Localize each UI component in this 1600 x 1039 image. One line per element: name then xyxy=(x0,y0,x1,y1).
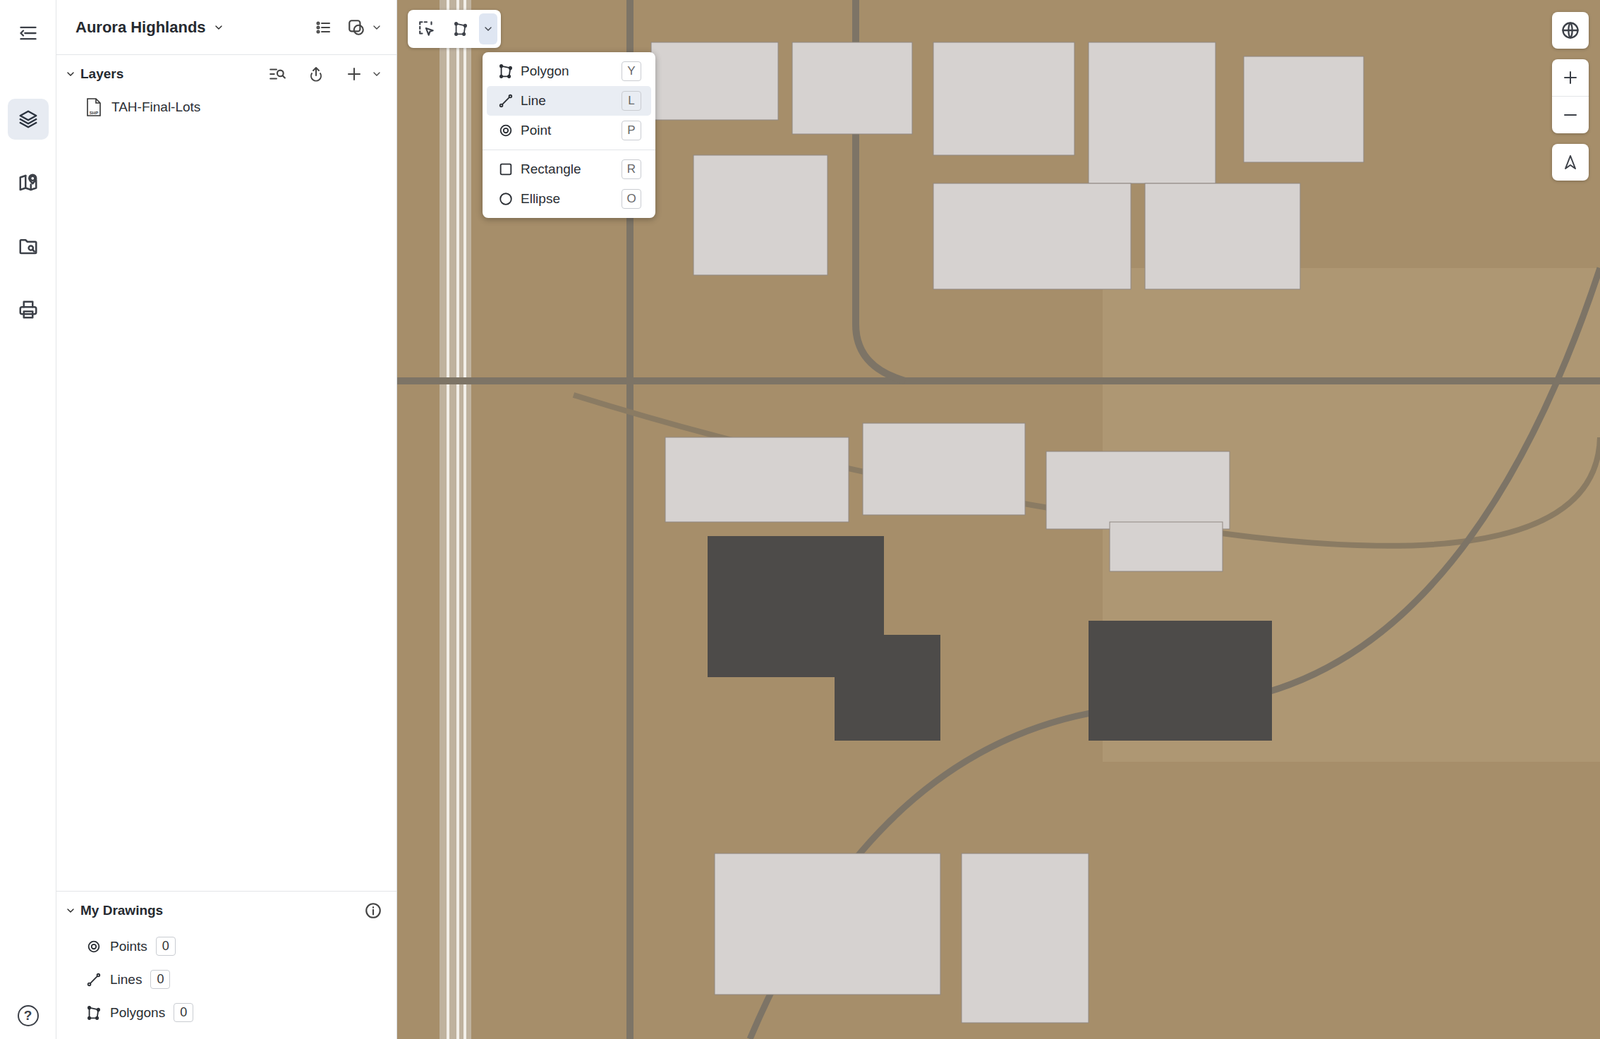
select-area-icon xyxy=(417,19,436,39)
count-badge: 0 xyxy=(150,970,171,990)
layer-tools xyxy=(268,64,383,84)
header-tools xyxy=(314,18,383,37)
shapes-icon xyxy=(347,18,366,37)
plus-icon xyxy=(345,65,363,83)
zoom-controls xyxy=(1552,59,1589,134)
menu-item[interactable]: Line L xyxy=(486,86,652,116)
drawing-category[interactable]: Polygons 0 xyxy=(56,996,397,1030)
export-icon[interactable] xyxy=(307,65,325,83)
point-icon xyxy=(86,938,102,955)
point-icon xyxy=(498,122,514,139)
zoom-divider xyxy=(1552,95,1589,97)
zoom-out-button[interactable] xyxy=(1552,96,1589,134)
line-icon xyxy=(86,972,102,988)
shortcut-key: R xyxy=(621,159,642,180)
layers-icon xyxy=(17,108,39,130)
project-title[interactable]: Aurora Highlands xyxy=(75,18,206,37)
zoom-in-button[interactable] xyxy=(1552,59,1589,96)
minus-icon xyxy=(1561,106,1579,124)
ellipse-icon xyxy=(498,191,514,207)
line-icon xyxy=(498,93,514,109)
rail-item[interactable] xyxy=(7,289,49,331)
menu-item-label: Ellipse xyxy=(520,191,561,207)
printer-icon xyxy=(17,299,39,321)
basemap-button[interactable] xyxy=(347,18,383,37)
plus-icon xyxy=(1561,69,1579,87)
menu-item-label: Rectangle xyxy=(520,161,582,178)
menu-item[interactable]: Point P xyxy=(486,115,652,146)
layers-title: Layers xyxy=(80,66,124,82)
chevron-down-icon xyxy=(482,23,494,35)
layer-name: TAH-Final-Lots xyxy=(111,99,201,115)
north-arrow-icon xyxy=(1561,153,1579,171)
rail-item[interactable] xyxy=(7,162,49,204)
project-header: Aurora Highlands xyxy=(56,0,397,56)
menu-item-label: Line xyxy=(520,93,547,109)
chevron-down-icon xyxy=(371,21,383,34)
side-panel: Aurora Highlands Layers SHP TAH-Final-Lots M… xyxy=(56,0,398,1039)
polygon-icon xyxy=(498,63,514,80)
nav-rail: ? xyxy=(0,0,57,1039)
select-tool-button[interactable] xyxy=(411,13,443,45)
my-drawings: My DrawingsPoints0Lines0Polygons0 xyxy=(56,891,397,1039)
shortcut-key: O xyxy=(621,189,642,209)
basemap-box xyxy=(1552,11,1589,49)
chevron-down-icon[interactable] xyxy=(64,68,77,80)
drawings-title: My Drawings xyxy=(80,902,163,919)
menu-item-label: Polygon xyxy=(520,63,570,80)
layer-item[interactable]: SHP TAH-Final-Lots xyxy=(56,93,397,122)
rectangle-icon xyxy=(498,161,514,178)
rail-item[interactable] xyxy=(7,225,49,267)
menu-item-label: Point xyxy=(520,122,551,139)
info-icon[interactable] xyxy=(364,901,383,920)
shortcut-key: Y xyxy=(621,61,642,82)
drawing-category[interactable]: Lines 0 xyxy=(56,962,397,997)
drawing-tools xyxy=(364,901,383,920)
compass-button[interactable] xyxy=(1552,143,1589,181)
draw-toolbar xyxy=(407,9,501,48)
menu-item[interactable]: Rectangle R xyxy=(486,154,652,185)
globe-icon xyxy=(1560,20,1581,41)
menu-item[interactable]: Polygon Y xyxy=(486,56,652,87)
chevron-down-icon[interactable] xyxy=(64,905,77,917)
search-layers-icon[interactable] xyxy=(268,64,287,84)
panel-spacer xyxy=(56,121,397,892)
add-layer-button[interactable] xyxy=(345,65,383,83)
collapse-menu-icon xyxy=(18,23,39,44)
map-controls xyxy=(1552,11,1589,181)
layers-header: Layers xyxy=(56,55,397,94)
chevron-down-icon xyxy=(371,68,383,80)
shortcut-key: P xyxy=(621,120,642,141)
menu-divider xyxy=(482,149,656,151)
drawings-header: My Drawings xyxy=(56,891,397,930)
chevron-down-icon[interactable] xyxy=(213,21,225,34)
category-label: Lines xyxy=(110,972,142,988)
legend-list-icon[interactable] xyxy=(314,19,332,36)
menu-button[interactable] xyxy=(7,12,49,54)
draw-type-menu: Polygon Y Line L Point P Rectangle R Ellipse O xyxy=(482,52,656,218)
category-label: Points xyxy=(110,938,148,955)
draw-type-dropdown[interactable] xyxy=(479,13,498,45)
count-badge: 0 xyxy=(173,1003,194,1023)
basemap-toggle[interactable] xyxy=(1552,11,1589,49)
rail-item[interactable] xyxy=(7,98,49,140)
help-button[interactable]: ? xyxy=(17,1005,39,1027)
compass-box xyxy=(1552,143,1589,181)
menu-item[interactable]: Ellipse O xyxy=(486,184,652,214)
polygon-icon xyxy=(452,21,469,37)
category-label: Polygons xyxy=(110,1005,166,1021)
polygon-icon xyxy=(86,1005,102,1021)
shortcut-key: L xyxy=(621,91,642,111)
map-pin-icon xyxy=(17,172,39,194)
polygon-tool-button[interactable] xyxy=(445,13,477,45)
folder-search-icon xyxy=(17,235,39,257)
shapefile-icon: SHP xyxy=(86,98,102,117)
count-badge: 0 xyxy=(155,936,176,956)
map-view[interactable]: Polygon Y Line L Point P Rectangle R Ellipse O xyxy=(397,0,1600,1039)
file-type-badge: SHP xyxy=(86,110,102,116)
drawing-category[interactable]: Points 0 xyxy=(56,929,397,963)
